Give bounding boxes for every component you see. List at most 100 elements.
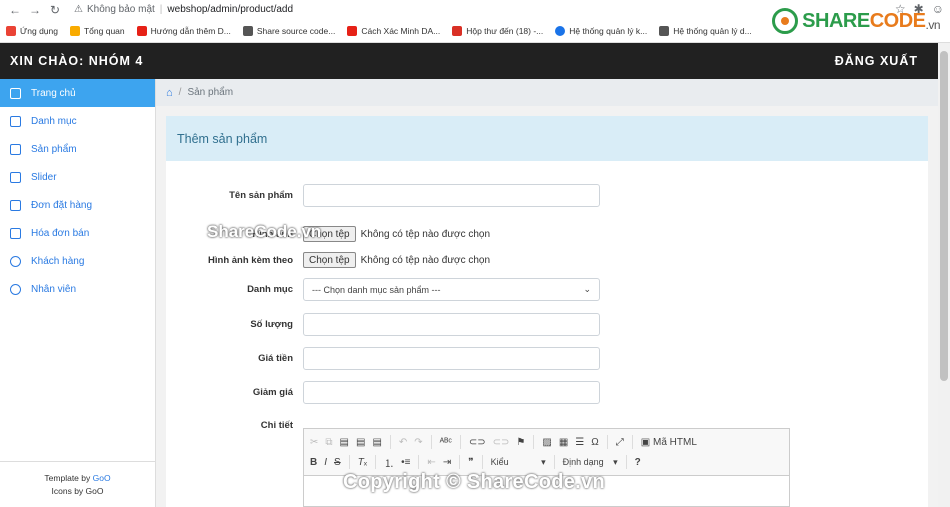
quantity-label: Số lượng [250,319,293,330]
youtube-icon [347,25,358,36]
code-icon [659,25,670,36]
italic-icon[interactable]: I [324,457,327,468]
sidebar-item-slider[interactable]: Slider [0,163,155,191]
sidebar-item-products[interactable]: Sản phẩm [0,135,155,163]
price-label: Giá tiền [258,353,293,364]
category-select[interactable]: --- Chọn danh mục sản phẩm --- ⌄ [303,278,600,301]
logo-icon [772,8,799,34]
price-input[interactable] [303,347,600,370]
blockquote-icon[interactable]: ❞ [468,457,473,468]
redo-icon[interactable]: ↷ [414,437,422,448]
main-content: ⌂ / Sản phẩm Thêm sản phẩm Tên sản phẩm … [156,79,950,507]
analytics-icon [69,25,80,36]
sidebar-item-home[interactable]: Trang chủ [0,79,155,107]
outdent-icon[interactable]: ⇤ [427,457,435,468]
strike-icon[interactable]: S [334,457,341,468]
bookmark-item[interactable]: Share source code... [242,25,335,36]
extra-image-file-button[interactable]: Chọn tệp [303,252,356,268]
hr-icon[interactable]: ☰ [575,437,584,448]
bookmark-item[interactable]: Hệ thống quản lý d... [659,25,752,36]
reload-icon[interactable]: ↻ [48,3,62,17]
detail-label: Chi tiết [260,419,293,431]
link-icon[interactable]: ⊂⊃ [469,437,486,448]
bookmark-item[interactable]: Tổng quan [69,25,125,36]
sharecode-watermark: ShareCode.vn [207,222,322,241]
table-icon [10,199,21,211]
user-icon [10,283,21,295]
home-icon[interactable]: ⌂ [166,87,173,99]
extra-image-file-status: Không có tệp nào được chọn [360,254,491,266]
rich-text-editor[interactable]: ✂ ⧉ ▤ ▤ ▤ ↶ ↷ ᴬᴮᶜ ⊂⊃ ⊂⊃ ⚑ ▨ ▦ ☰ Ω ⤢ ▣ Mã… [303,428,790,507]
breadcrumb: ⌂ / Sản phẩm [156,79,950,106]
sidebar-item-customers[interactable]: Khách hàng [0,247,155,275]
list-icon [10,115,21,127]
greeting: XIN CHÀO: NHÓM 4 [10,54,144,68]
special-char-icon[interactable]: Ω [591,437,598,448]
app-header: XIN CHÀO: NHÓM 4 ĐĂNG XUẤT [0,43,950,79]
sidebar-item-invoices[interactable]: Hóa đơn bán [0,219,155,247]
maximize-icon[interactable]: ⤢ [616,437,624,448]
undo-icon[interactable]: ↶ [399,437,407,448]
person-icon [242,25,253,36]
indent-icon[interactable]: ⇥ [443,457,451,468]
bulleted-list-icon[interactable]: •≡ [401,457,410,468]
editor-toolbar: ✂ ⧉ ▤ ▤ ▤ ↶ ↷ ᴬᴮᶜ ⊂⊃ ⊂⊃ ⚑ ▨ ▦ ☰ Ω ⤢ ▣ Mã… [304,429,789,476]
bookmark-item[interactable]: Hệ thống quản lý k... [555,25,647,36]
numbered-list-icon[interactable]: ⒈ [384,455,394,470]
spellcheck-icon[interactable]: ᴬᴮᶜ [440,437,452,448]
bookmark-item[interactable]: Hướng dẫn thêm D... [136,25,231,36]
bookmark-item[interactable]: Ứng dụng [6,25,58,36]
page-scrollbar[interactable] [938,43,950,507]
logout-link[interactable]: ĐĂNG XUẤT [835,54,918,68]
discount-label: Giảm giá [252,387,293,398]
format-dropdown[interactable]: Định dạng ▾ [563,457,618,468]
help-icon[interactable]: ? [635,457,641,468]
anchor-icon[interactable]: ⚑ [516,437,525,448]
paste-word-icon[interactable]: ▤ [372,437,381,448]
add-product-panel: Thêm sản phẩm Tên sản phẩm Hình ảnh Chọn… [166,116,928,507]
back-icon[interactable]: ← [8,3,22,17]
caret-icon: ▾ [613,456,618,467]
globe-icon [555,25,566,36]
image-icon[interactable]: ▨ [542,437,551,448]
bookmark-item[interactable]: Cách Xác Minh DA... [347,25,440,36]
copyright-watermark: Copyright © ShareCode.vn [343,471,605,493]
image-file-status: Không có tệp nào được chọn [360,228,491,240]
bookmark-item[interactable]: Hộp thư đến (18) -... [452,25,543,36]
cut-icon[interactable]: ✂ [310,437,318,448]
template-link[interactable]: GoO [93,473,111,483]
paste-icon[interactable]: ▤ [340,437,349,448]
source-button[interactable]: ▣ Mã HTML [641,437,697,448]
warning-icon: ⚠ [74,4,83,15]
panel-title: Thêm sản phẩm [166,116,928,161]
sharecode-logo: SHARE CODE .vn [772,8,940,34]
sidebar-footer: Template by GoO Icons by GoO [0,461,155,507]
sidebar-item-categories[interactable]: Danh mục [0,107,155,135]
home-icon [10,87,21,99]
sidebar-item-staff[interactable]: Nhân viên [0,275,155,303]
table-icon[interactable]: ▦ [559,437,568,448]
quantity-input[interactable] [303,313,600,336]
style-dropdown[interactable]: Kiểu ▾ [491,457,546,468]
forward-icon[interactable]: → [28,3,42,17]
image-icon [10,171,21,183]
bold-icon[interactable]: B [310,457,317,468]
category-label: Danh mục [247,284,293,295]
unlink-icon[interactable]: ⊂⊃ [493,437,510,448]
security-label: Không bảo mật [86,4,155,15]
table-icon [10,227,21,239]
user-icon [10,255,21,267]
breadcrumb-current: Sản phẩm [187,87,234,98]
discount-input[interactable] [303,381,600,404]
address-bar[interactable]: ⚠ Không bảo mật | webshop/admin/product/… [74,4,293,15]
copy-icon[interactable]: ⧉ [325,437,332,448]
sidebar: Trang chủ Danh mục Sản phẩm Slider Đơn đ… [0,79,156,507]
remove-format-icon[interactable]: Tₓ [358,457,367,468]
product-name-input[interactable] [303,184,600,207]
apps-icon [6,25,16,36]
name-label: Tên sản phẩm [229,190,293,201]
scrollbar-thumb[interactable] [940,51,948,381]
paste-text-icon[interactable]: ▤ [356,437,365,448]
caret-icon: ▾ [541,456,546,467]
sidebar-item-orders[interactable]: Đơn đặt hàng [0,191,155,219]
